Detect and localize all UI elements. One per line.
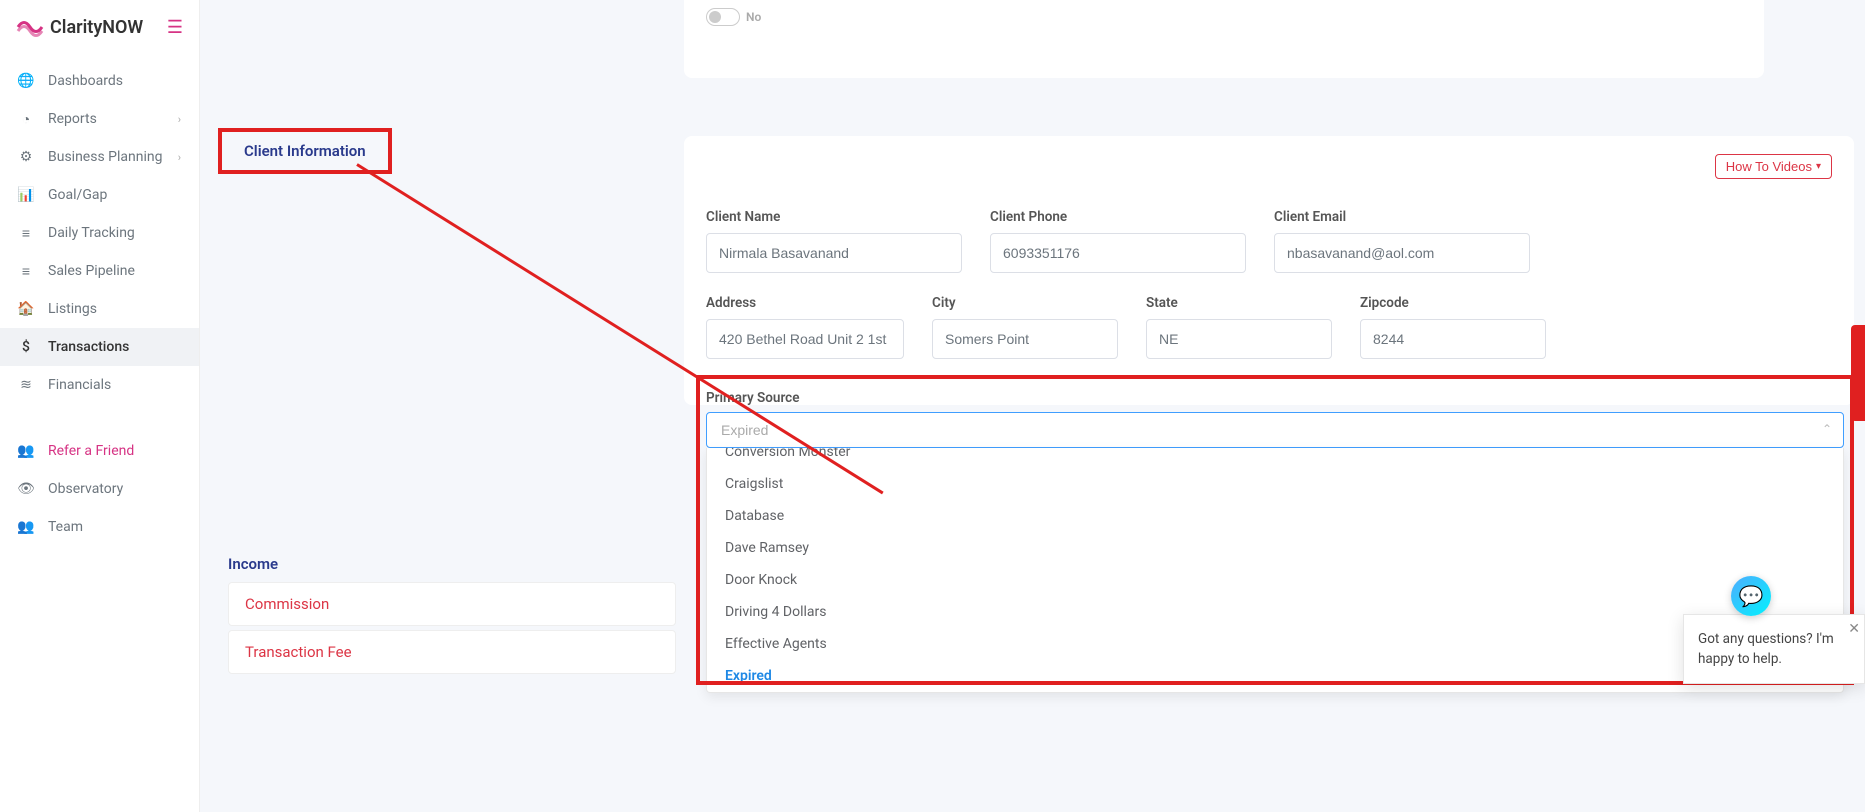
nav-label: Transactions [48,339,181,355]
toggle-label: No [746,10,761,24]
nav-label: Reports [48,111,164,127]
chart-icon: ◔ [18,111,34,127]
howto-label: How To Videos [1726,159,1812,174]
sidebar-item-refer[interactable]: 👥 Refer a Friend [0,432,199,470]
zip-input[interactable] [1360,319,1546,359]
income-transaction-fee-link[interactable]: Transaction Fee [228,630,676,674]
state-input[interactable] [1146,319,1332,359]
dollar-icon: $ [18,339,34,355]
sidebar-item-business-planning[interactable]: ⚙ Business Planning › [0,138,199,176]
sidebar-item-financials[interactable]: ≋ Financials [0,366,199,404]
dropdown-option[interactable]: Conversion Monster [707,448,1843,468]
nav-label: Listings [48,301,181,317]
nav: 🌐 Dashboards ◔ Reports › ⚙ Business Planning… [0,54,199,554]
zip-label: Zipcode [1360,295,1546,311]
sliders-icon: ⚙ [18,149,34,165]
sidebar-item-reports[interactable]: ◔ Reports › [0,100,199,138]
how-to-videos-button[interactable]: How To Videos [1715,154,1832,179]
sidebar-item-listings[interactable]: 🏠 Listings [0,290,199,328]
client-card: How To Videos Client Name Client Phone C… [684,136,1854,405]
main: No Client Information How To Videos Clie… [200,0,1865,812]
dropdown-option[interactable]: Database [707,500,1843,532]
home-icon: 🏠 [18,301,34,317]
client-name-label: Client Name [706,209,962,225]
nav-label: Refer a Friend [48,443,181,459]
sidebar-header: ClarityNOW ☰ [0,0,199,54]
section-title: Client Information [244,142,366,160]
nav-label: Observatory [48,481,181,497]
toggle-no[interactable]: No [706,8,1742,26]
eye-icon: 👁 [18,481,34,497]
primary-source-dropdown: Conversion Monster Craigslist Database D… [706,448,1844,693]
client-email-label: Client Email [1274,209,1530,225]
chat-text: Got any questions? I'm happy to help. [1698,631,1834,667]
nav-label: Goal/Gap [48,187,181,203]
globe-icon: 🌐 [18,73,34,89]
dropdown-option[interactable]: Driving 4 Dollars [707,596,1843,628]
top-card: No [684,0,1764,78]
chat-widget-icon[interactable]: 💬 [1731,576,1771,616]
menu-toggle-icon[interactable]: ☰ [167,17,183,38]
nav-label: Team [48,519,181,535]
team-icon: 👥 [18,519,34,535]
sidebar-item-daily-tracking[interactable]: ≡ Daily Tracking [0,214,199,252]
chevron-right-icon: › [178,151,181,164]
nav-label: Sales Pipeline [48,263,181,279]
income-commission-link[interactable]: Commission [228,582,676,626]
logo-text: ClarityNOW [50,17,143,38]
bar-icon: 📊 [18,187,34,203]
primary-source-select[interactable]: ⌃ [706,412,1844,448]
sidebar-item-goal-gap[interactable]: 📊 Goal/Gap [0,176,199,214]
close-icon[interactable]: ✕ [1848,619,1860,640]
sidebar-item-team[interactable]: 👥 Team [0,508,199,546]
state-label: State [1146,295,1332,311]
address-input[interactable] [706,319,904,359]
toggle-switch-icon[interactable] [706,8,740,26]
sidebar-item-dashboards[interactable]: 🌐 Dashboards [0,62,199,100]
dropdown-option[interactable]: Craigslist [707,468,1843,500]
primary-source-input[interactable] [706,412,1844,448]
nav-label: Daily Tracking [48,225,181,241]
income-title: Income [228,555,278,573]
sidebar-item-observatory[interactable]: 👁 Observatory [0,470,199,508]
address-label: Address [706,295,904,311]
dropdown-option[interactable]: Effective Agents [707,628,1843,660]
sidebar: ClarityNOW ☰ 🌐 Dashboards ◔ Reports › ⚙ Busi… [0,0,200,812]
client-phone-input[interactable] [990,233,1246,273]
client-phone-label: Client Phone [990,209,1246,225]
edge-tab[interactable] [1851,325,1865,421]
city-input[interactable] [932,319,1118,359]
list-icon: ≡ [18,263,34,279]
list-icon: ≡ [18,225,34,241]
stack-icon: ≋ [18,377,34,393]
city-label: City [932,295,1118,311]
client-name-input[interactable] [706,233,962,273]
people-icon: 👥 [18,443,34,459]
nav-label: Financials [48,377,181,393]
dropdown-option-selected[interactable]: Expired [707,660,1843,692]
logo[interactable]: ClarityNOW [16,16,159,38]
sidebar-item-transactions[interactable]: $ Transactions [0,328,199,366]
client-email-input[interactable] [1274,233,1530,273]
client-card-header: How To Videos [706,154,1832,179]
nav-label: Business Planning [48,149,164,165]
dropdown-option[interactable]: Dave Ramsey [707,532,1843,564]
dropdown-option[interactable]: Door Knock [707,564,1843,596]
sidebar-item-sales-pipeline[interactable]: ≡ Sales Pipeline [0,252,199,290]
chevron-right-icon: › [178,113,181,126]
chevron-up-icon: ⌃ [1822,422,1832,436]
chat-popup: ✕ Got any questions? I'm happy to help. [1683,614,1865,685]
logo-icon [16,16,44,38]
nav-label: Dashboards [48,73,181,89]
